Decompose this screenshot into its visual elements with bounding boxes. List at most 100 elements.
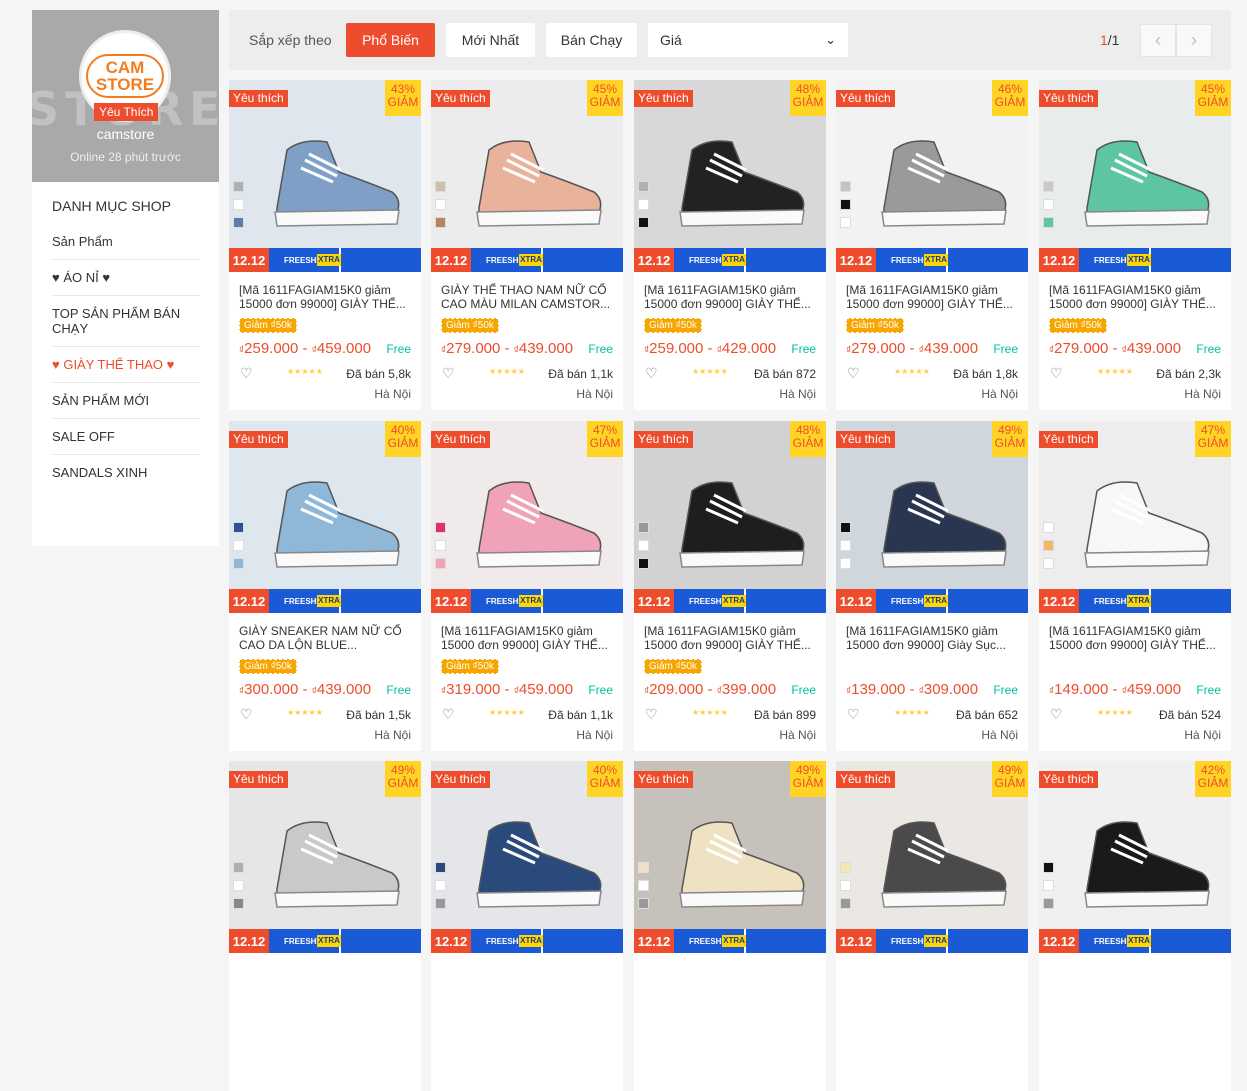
shop-name[interactable]: camstore [32, 126, 219, 142]
product-card[interactable]: Yêu thích 45% GIẢM 12.12 FREESHIP XTRA GIÀY TH… [431, 80, 623, 410]
sidebar-category-item[interactable]: ♥ ÁO NỈ ♥ [52, 260, 200, 296]
discount-label: GIẢM [994, 776, 1026, 790]
heart-icon[interactable]: ♡ [645, 706, 658, 723]
product-image[interactable]: Yêu thích 45% GIẢM 12.12 FREESHIP XTRA [1039, 80, 1231, 272]
product-card[interactable]: Yêu thích 48% GIẢM 12.12 FREESHIP XTRA [Mã 161… [634, 421, 826, 751]
heart-icon[interactable]: ♡ [442, 365, 455, 382]
discount-label: GIẢM [589, 436, 621, 450]
discount-percent: 49% [997, 423, 1023, 437]
prev-page-button[interactable]: ‹ [1140, 24, 1176, 57]
product-image[interactable]: Yêu thích 40% GIẢM 12.12 FREESHIP XTRA [431, 761, 623, 953]
product-image[interactable]: Yêu thích 40% GIẢM 12.12 FREESHIP XTRA [229, 421, 421, 613]
product-name[interactable]: [Mã 1611FAGIAM15K0 giảm 15000 đơn 99000]… [239, 283, 414, 311]
product-card[interactable]: Yêu thích 43% GIẢM 12.12 FREESHIP XTRA [Mã 161… [229, 80, 421, 410]
sold-count: Đã bán 872 [753, 367, 816, 381]
heart-icon[interactable]: ♡ [1050, 365, 1063, 382]
product-image[interactable]: Yêu thích 49% GIẢM 12.12 FREESHIP XTRA [229, 761, 421, 953]
product-name[interactable]: [Mã 1611FAGIAM15K0 giảm 15000 đơn 99000]… [846, 624, 1021, 652]
product-name[interactable]: GIÀY THỂ THAO NAM NỮ CỔ CAO MÀU MILAN CA… [441, 283, 616, 311]
product-price: ₫279.000 - ₫439.000 [1049, 340, 1182, 357]
color-swatch [1043, 522, 1054, 533]
voucher-tag: Giảm ₫50k [239, 659, 297, 674]
discount-label: GIẢM [387, 95, 419, 109]
product-location: Hà Nội [576, 728, 613, 742]
promo-date: 12.12 [1039, 929, 1079, 953]
sneaker-icon [679, 140, 805, 227]
product-image[interactable]: Yêu thích 43% GIẢM 12.12 FREESHIP XTRA [229, 80, 421, 272]
sidebar-category-item[interactable]: TOP SẢN PHẨM BÁN CHẠY [52, 296, 200, 347]
heart-icon[interactable]: ♡ [847, 365, 860, 382]
sort-popular-button[interactable]: Phổ Biến [346, 23, 435, 57]
product-card[interactable]: Yêu thích 49% GIẢM 12.12 FREESHIP XTRA [229, 761, 421, 1091]
product-image[interactable]: Yêu thích 49% GIẢM 12.12 FREESHIP XTRA [634, 761, 826, 953]
product-location: Hà Nội [779, 387, 816, 401]
promo-banner: 12.12 FREESHIP XTRA [634, 589, 826, 613]
color-swatch [435, 522, 446, 533]
price-low: 139.000 [851, 681, 906, 698]
promo-fill [543, 248, 623, 272]
product-name[interactable]: [Mã 1611FAGIAM15K0 giảm 15000 đơn 99000]… [644, 283, 819, 311]
sidebar-category-item[interactable]: SANDALS XINH [52, 455, 200, 490]
sidebar-category-item[interactable]: ♥ GIÀY THỂ THAO ♥ [52, 347, 200, 383]
next-page-button[interactable]: › [1176, 24, 1212, 57]
heart-icon[interactable]: ♡ [240, 706, 253, 723]
discount-label: GIẢM [792, 776, 824, 790]
product-card[interactable]: Yêu thích 47% GIẢM 12.12 FREESHIP XTRA [Mã 161… [1039, 421, 1231, 751]
free-ship-icon: Free [1196, 342, 1221, 356]
product-name[interactable]: [Mã 1611FAGIAM15K0 giảm 15000 đơn 99000]… [1049, 624, 1224, 652]
heart-icon[interactable]: ♡ [847, 706, 860, 723]
product-card[interactable]: Yêu thích 40% GIẢM 12.12 FREESHIP XTRA [431, 761, 623, 1091]
heart-icon[interactable]: ♡ [442, 706, 455, 723]
color-swatch [638, 522, 649, 533]
favorite-tag: Yêu thích [1039, 771, 1098, 788]
product-card[interactable]: Yêu thích 49% GIẢM 12.12 FREESHIP XTRA [634, 761, 826, 1091]
product-image[interactable]: Yêu thích 48% GIẢM 12.12 FREESHIP XTRA [634, 421, 826, 613]
product-image[interactable]: Yêu thích 47% GIẢM 12.12 FREESHIP XTRA [431, 421, 623, 613]
product-name[interactable]: [Mã 1611FAGIAM15K0 giảm 15000 đơn 99000]… [441, 624, 616, 652]
product-name[interactable]: [Mã 1611FAGIAM15K0 giảm 15000 đơn 99000]… [1049, 283, 1224, 311]
sort-price-select[interactable]: Giá ⌄ [648, 23, 848, 57]
product-card[interactable]: Yêu thích 45% GIẢM 12.12 FREESHIP XTRA [Mã 161… [1039, 80, 1231, 410]
product-image[interactable]: Yêu thích 49% GIẢM 12.12 FREESHIP XTRA [836, 421, 1028, 613]
sneaker-icon [881, 481, 1007, 568]
product-card[interactable]: Yêu thích 40% GIẢM 12.12 FREESHIP XTRA GIÀY SN… [229, 421, 421, 751]
product-image[interactable]: Yêu thích 47% GIẢM 12.12 FREESHIP XTRA [1039, 421, 1231, 613]
shop-header[interactable]: STORE CAM STORE Yêu Thích camstore Onlin… [32, 10, 219, 182]
discount-badge: 48% GIẢM [790, 421, 826, 457]
product-name[interactable]: [Mã 1611FAGIAM15K0 giảm 15000 đơn 99000]… [846, 283, 1021, 311]
product-image[interactable]: Yêu thích 42% GIẢM 12.12 FREESHIP XTRA [1039, 761, 1231, 953]
sidebar-category-item[interactable]: SALE OFF [52, 419, 200, 455]
color-swatch [638, 540, 649, 551]
product-card[interactable]: Yêu thích 46% GIẢM 12.12 FREESHIP XTRA [Mã 161… [836, 80, 1028, 410]
price-high: 439.000 [923, 340, 979, 357]
discount-badge: 49% GIẢM [992, 761, 1028, 797]
color-swatch [233, 217, 244, 228]
product-image[interactable]: Yêu thích 46% GIẢM 12.12 FREESHIP XTRA [836, 80, 1028, 272]
product-card[interactable]: Yêu thích 42% GIẢM 12.12 FREESHIP XTRA [1039, 761, 1231, 1091]
product-card[interactable]: Yêu thích 47% GIẢM 12.12 FREESHIP XTRA [Mã 161… [431, 421, 623, 751]
product-image[interactable]: Yêu thích 48% GIẢM 12.12 FREESHIP XTRA [634, 80, 826, 272]
product-name[interactable]: GIÀY SNEAKER NAM NỮ CỔ CAO DA LỘN BLUE..… [239, 624, 414, 652]
product-image[interactable]: Yêu thích 45% GIẢM 12.12 FREESHIP XTRA [431, 80, 623, 272]
product-image[interactable]: Yêu thích 49% GIẢM 12.12 FREESHIP XTRA [836, 761, 1028, 953]
discount-percent: 47% [592, 423, 618, 437]
sort-newest-button[interactable]: Mới Nhất [446, 23, 535, 57]
sidebar-category-item[interactable]: Sản Phẩm [52, 224, 200, 260]
product-card[interactable]: Yêu thích 48% GIẢM 12.12 FREESHIP XTRA [Mã 161… [634, 80, 826, 410]
color-swatch [1043, 558, 1054, 569]
promo-date: 12.12 [634, 929, 674, 953]
sneaker-icon [679, 481, 805, 568]
heart-icon[interactable]: ♡ [645, 365, 658, 382]
heart-icon[interactable]: ♡ [240, 365, 253, 382]
heart-icon[interactable]: ♡ [1050, 706, 1063, 723]
color-swatches [638, 862, 650, 916]
product-name[interactable]: [Mã 1611FAGIAM15K0 giảm 15000 đơn 99000]… [644, 624, 819, 652]
sidebar-category-item[interactable]: SẢN PHẨM MỚI [52, 383, 200, 419]
sort-bestselling-button[interactable]: Bán Chạy [546, 23, 637, 57]
shop-sidebar: STORE CAM STORE Yêu Thích camstore Onlin… [32, 10, 219, 546]
discount-badge: 43% GIẢM [385, 80, 421, 116]
favorite-tag: Yêu thích [229, 90, 288, 107]
favorite-tag: Yêu thích [431, 431, 490, 448]
product-card[interactable]: Yêu thích 49% GIẢM 12.12 FREESHIP XTRA [836, 761, 1028, 1091]
product-card[interactable]: Yêu thích 49% GIẢM 12.12 FREESHIP XTRA [Mã 161… [836, 421, 1028, 751]
